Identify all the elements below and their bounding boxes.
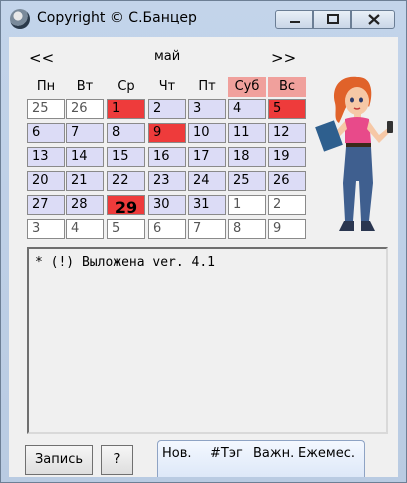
day-cell[interactable]: 4: [66, 219, 104, 239]
day-cell[interactable]: 8: [107, 123, 145, 143]
day-cell[interactable]: 14: [66, 147, 104, 167]
day-cell[interactable]: 4: [228, 99, 266, 119]
day-cell[interactable]: 27: [27, 195, 65, 215]
day-cell[interactable]: 23: [148, 171, 186, 191]
day-cell[interactable]: 12: [268, 123, 306, 143]
tab-new[interactable]: Нов.: [162, 446, 192, 461]
month-label: май: [154, 49, 181, 64]
day-cell[interactable]: 16: [148, 147, 186, 167]
day-cell[interactable]: 18: [228, 147, 266, 167]
weekday-label: Чт: [158, 79, 176, 94]
day-cell[interactable]: 9: [268, 219, 306, 239]
close-icon: [352, 11, 394, 31]
day-cell[interactable]: 7: [66, 123, 104, 143]
weekday-label: Пн: [36, 79, 56, 94]
day-cell[interactable]: 17: [188, 147, 226, 167]
girl-with-phone-illustration: [315, 76, 393, 231]
day-cell[interactable]: 21: [66, 171, 104, 191]
day-cell[interactable]: 7: [188, 219, 226, 239]
day-cell[interactable]: 9: [148, 123, 186, 143]
notes-textarea[interactable]: * (!) Выложена ver. 4.1: [27, 247, 388, 434]
day-cell[interactable]: 26: [268, 171, 306, 191]
day-cell[interactable]: 10: [188, 123, 226, 143]
weekday-label: Суб: [228, 77, 266, 97]
day-cell[interactable]: 11: [228, 123, 266, 143]
day-cell[interactable]: 1: [228, 195, 266, 215]
title-bar[interactable]: Copyright © С.Банцер: [1, 1, 406, 37]
day-cell[interactable]: 13: [27, 147, 65, 167]
day-cell[interactable]: 2: [148, 99, 186, 119]
tab-important[interactable]: Важн.: [253, 446, 294, 461]
day-cell[interactable]: 24: [188, 171, 226, 191]
help-button[interactable]: ?: [101, 445, 133, 475]
weekday-label: Пт: [198, 79, 216, 94]
app-window: Copyright © С.Банцер << май >> Пн Вт Ср Чт П…: [0, 0, 407, 483]
window-title: Copyright © С.Банцер: [37, 10, 197, 26]
day-cell[interactable]: 5: [107, 219, 145, 239]
weekday-label: Вс: [268, 77, 306, 97]
day-cell[interactable]: 5: [268, 99, 306, 119]
today-day-cell[interactable]: 29: [107, 195, 145, 217]
next-month-button[interactable]: >>: [271, 49, 296, 67]
tab-monthly[interactable]: Ежемес.: [298, 446, 355, 461]
minimize-icon: [276, 11, 312, 31]
client-area: << май >> Пн Вт Ср Чт Пт Суб Вс 25 26 1 2 3 4 5 6 7 8 9 1…: [9, 37, 398, 477]
app-icon[interactable]: [10, 9, 30, 29]
day-cell[interactable]: 30: [148, 195, 186, 215]
day-cell[interactable]: 26: [66, 99, 104, 119]
close-button[interactable]: [351, 10, 395, 29]
day-cell[interactable]: 3: [188, 99, 226, 119]
day-cell[interactable]: 19: [268, 147, 306, 167]
day-cell[interactable]: 6: [27, 123, 65, 143]
record-button[interactable]: Запись: [25, 445, 93, 475]
maximize-icon: [314, 11, 350, 31]
day-cell[interactable]: 2: [268, 195, 306, 215]
day-cell[interactable]: 6: [148, 219, 186, 239]
day-cell[interactable]: 31: [188, 195, 226, 215]
weekday-label: Ср: [117, 79, 135, 94]
day-cell[interactable]: 3: [27, 219, 65, 239]
day-cell[interactable]: 25: [27, 99, 65, 119]
day-cell[interactable]: 15: [107, 147, 145, 167]
weekday-label: Вт: [76, 79, 94, 94]
tab-tag[interactable]: #Тэг: [210, 446, 243, 461]
day-cell[interactable]: 20: [27, 171, 65, 191]
day-cell[interactable]: 25: [228, 171, 266, 191]
day-cell[interactable]: 22: [107, 171, 145, 191]
day-cell[interactable]: 8: [228, 219, 266, 239]
minimize-button[interactable]: [275, 10, 313, 29]
tab-bar: Нов. #Тэг Важн. Ежемес.: [157, 440, 365, 477]
prev-month-button[interactable]: <<: [29, 49, 54, 67]
day-cell[interactable]: 1: [107, 99, 145, 119]
maximize-button[interactable]: [313, 10, 351, 29]
day-cell[interactable]: 28: [66, 195, 104, 215]
